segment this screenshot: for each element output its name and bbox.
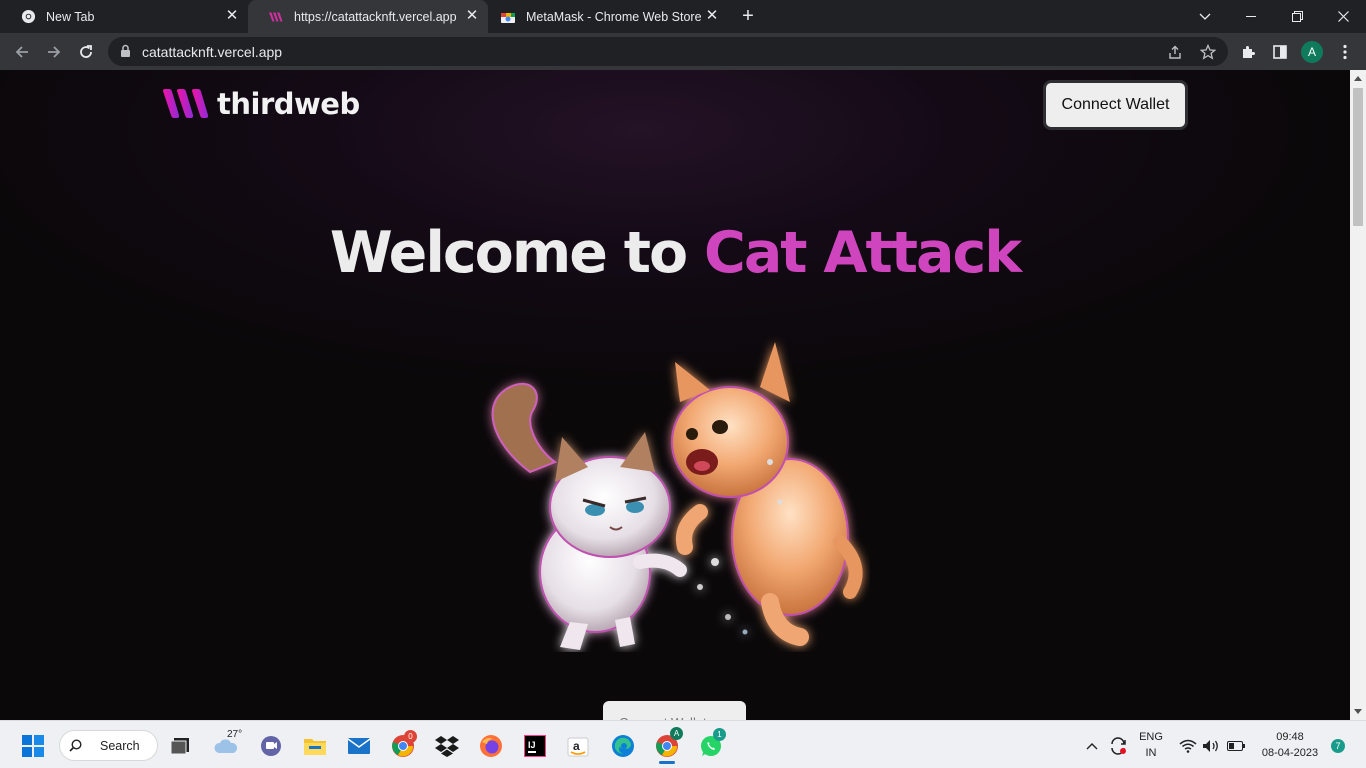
search-label: Search [100, 738, 140, 753]
taskbar-search[interactable]: Search [59, 730, 158, 761]
search-icon [69, 739, 82, 755]
close-window-icon[interactable] [1320, 0, 1366, 33]
svg-text:IJ: IJ [528, 740, 536, 750]
wifi-icon[interactable] [1178, 733, 1198, 759]
share-icon[interactable] [1166, 43, 1184, 61]
logo-text: thirdweb [217, 87, 360, 121]
active-app-indicator [659, 761, 675, 764]
edge-icon[interactable] [610, 733, 636, 759]
windows-start-icon[interactable] [20, 733, 46, 759]
extensions-icon[interactable] [1238, 42, 1258, 62]
amazon-icon[interactable]: a [565, 733, 591, 759]
clock-date[interactable]: 08-04-2023 [1255, 747, 1325, 759]
close-tab-icon[interactable]: ✕ [704, 8, 720, 24]
page-viewport: thirdweb Connect Wallet Welcome to Cat A… [0, 70, 1350, 720]
fighting-cats-illustration [491, 342, 863, 650]
mail-icon[interactable] [346, 733, 372, 759]
restore-icon[interactable] [1274, 0, 1320, 33]
title-prefix: Welcome to [329, 220, 704, 286]
tab-strip: New Tab ✕ https://catattacknft.vercel.ap… [0, 0, 1366, 33]
menu-kebab-icon[interactable] [1335, 42, 1355, 62]
bookmark-star-icon[interactable] [1199, 43, 1217, 61]
weather-temperature: 27° [227, 729, 243, 740]
url-text: catattacknft.vercel.app [142, 44, 283, 60]
address-bar[interactable]: catattacknft.vercel.app [108, 37, 1228, 66]
dropbox-icon[interactable] [434, 733, 460, 759]
volume-icon[interactable] [1201, 733, 1221, 759]
chrome-badge: 0 [404, 730, 417, 743]
chrome-profile-badge: A [670, 727, 683, 740]
close-tab-icon[interactable]: ✕ [224, 8, 240, 24]
title-accent: Cat Attack [703, 220, 1022, 286]
forward-icon[interactable] [41, 39, 67, 65]
thirdweb-logo[interactable]: thirdweb [163, 87, 360, 121]
input-region[interactable]: IN [1137, 747, 1165, 759]
svg-text:a: a [573, 739, 580, 753]
sync-icon[interactable] [1105, 733, 1131, 759]
whatsapp-badge: 1 [713, 728, 726, 741]
lock-icon[interactable] [120, 44, 131, 63]
page-scrollbar[interactable] [1350, 70, 1366, 720]
input-language[interactable]: ENG [1137, 731, 1165, 743]
tab-title: MetaMask - Chrome Web Store [526, 9, 702, 24]
close-tab-icon[interactable]: ✕ [464, 8, 480, 24]
scroll-down-arrow-icon[interactable] [1354, 709, 1362, 714]
chrome-taskbar-icon[interactable]: 0 [390, 730, 417, 759]
intellij-icon[interactable]: IJ [522, 733, 548, 759]
thirdweb-favicon-icon [268, 9, 284, 25]
browser-toolbar: catattacknft.vercel.app A [0, 33, 1366, 70]
connect-wallet-button-bottom[interactable]: Connect Wallet [603, 701, 746, 720]
clock-time[interactable]: 09:48 [1255, 731, 1325, 743]
file-explorer-icon[interactable] [302, 733, 328, 759]
tab-catattack[interactable]: https://catattacknft.vercel.app ✕ [248, 0, 488, 33]
back-icon[interactable] [9, 39, 35, 65]
firefox-icon[interactable] [478, 733, 504, 759]
reload-icon[interactable] [73, 39, 99, 65]
scrollbar-thumb[interactable] [1353, 88, 1363, 226]
notification-badge[interactable]: 7 [1331, 739, 1345, 753]
page-title: Welcome to Cat Attack [0, 220, 1350, 286]
tab-new-tab[interactable]: New Tab ✕ [0, 0, 248, 33]
profile-avatar[interactable]: A [1301, 41, 1323, 63]
chrome-web-store-icon [500, 9, 516, 25]
whatsapp-icon[interactable]: 1 [698, 728, 726, 759]
tab-title: https://catattacknft.vercel.app [294, 9, 457, 24]
chrome-icon [20, 9, 36, 25]
battery-icon[interactable] [1225, 733, 1247, 759]
teams-chat-icon[interactable] [258, 733, 284, 759]
tab-metamask-store[interactable]: MetaMask - Chrome Web Store ✕ [488, 0, 728, 33]
task-view-icon[interactable] [167, 733, 193, 759]
new-tab-button[interactable]: + [736, 5, 760, 29]
tab-search-icon[interactable] [1182, 0, 1228, 33]
connect-wallet-button[interactable]: Connect Wallet [1043, 80, 1188, 130]
side-panel-icon[interactable] [1270, 42, 1290, 62]
scroll-up-arrow-icon[interactable] [1354, 76, 1362, 81]
minimize-icon[interactable] [1228, 0, 1274, 33]
chrome-profile-taskbar-icon[interactable]: A [654, 727, 683, 764]
thirdweb-logo-icon [163, 89, 209, 118]
tray-chevron-up-icon[interactable] [1083, 733, 1101, 759]
windows-taskbar: Search 27° 0 IJ a A 1 ENG IN 09:48 08-04… [0, 720, 1366, 768]
tab-title: New Tab [46, 9, 95, 24]
